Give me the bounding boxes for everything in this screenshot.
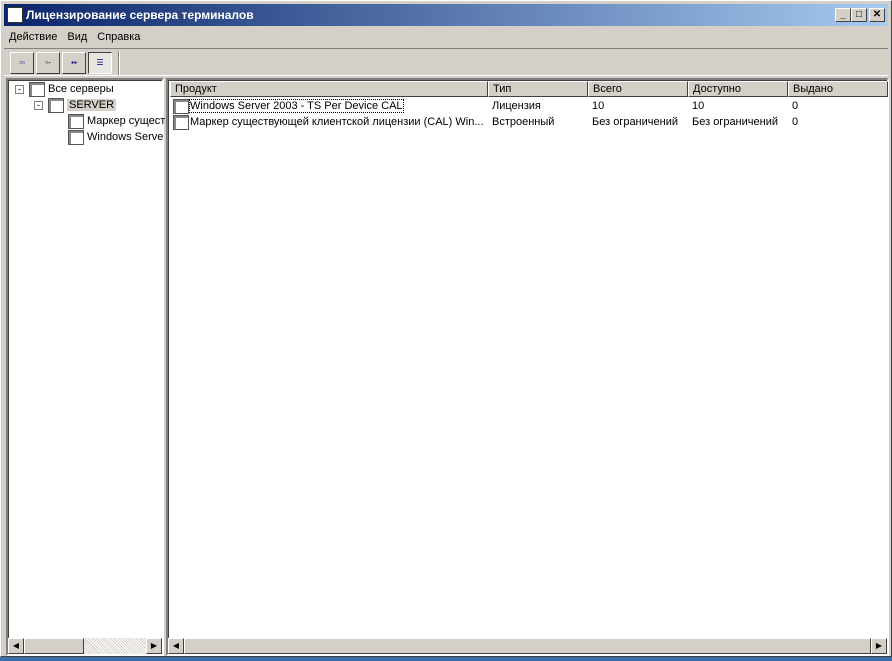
column-total[interactable]: Всего: [588, 81, 688, 97]
list-horizontal-scrollbar[interactable]: ◀ ▶: [168, 638, 887, 654]
tree-item-ts-cal[interactable]: Windows Serve: [68, 129, 163, 145]
tree-item-all-servers[interactable]: Все серверы: [29, 81, 114, 97]
list-pane: Продукт Тип Всего Доступно Выдано Window…: [166, 78, 889, 656]
column-product[interactable]: Продукт: [170, 81, 488, 97]
license-icon: [68, 129, 84, 145]
scroll-right-button[interactable]: ▶: [871, 638, 887, 654]
details-icon: ☰: [96, 58, 104, 67]
toolbar: ▫▫ ▫- ▪▪ ☰: [4, 48, 888, 76]
maximize-button[interactable]: □: [851, 8, 867, 22]
menu-bar: Действие Вид Справка: [4, 28, 145, 46]
large-icons-button[interactable]: ▫▫: [10, 52, 34, 74]
close-button[interactable]: ✕: [869, 8, 885, 22]
menu-help[interactable]: Справка: [92, 31, 145, 43]
small-icons-icon: ▫-: [45, 58, 51, 67]
large-icons-icon: ▫▫: [19, 58, 25, 67]
table-row[interactable]: Windows Server 2003 - TS Per Device CAL …: [170, 98, 888, 114]
toolbar-separator: [118, 51, 120, 75]
small-icons-button[interactable]: ▫-: [36, 52, 60, 74]
tree-pane: - Все серверы - SERVER Маркер сущест Win…: [6, 78, 165, 656]
tree-horizontal-scrollbar[interactable]: ◀ ▶: [8, 638, 162, 654]
servers-icon: [29, 81, 45, 97]
collapse-server[interactable]: -: [34, 101, 43, 110]
license-icon: [173, 114, 189, 130]
scroll-left-button[interactable]: ◀: [168, 638, 184, 654]
menu-view[interactable]: Вид: [62, 31, 92, 43]
list-view-button[interactable]: ▪▪: [62, 52, 86, 74]
scroll-left-button[interactable]: ◀: [8, 638, 24, 654]
app-icon: [7, 7, 23, 23]
minimize-button[interactable]: _: [835, 8, 851, 22]
column-available[interactable]: Доступно: [688, 81, 788, 97]
license-icon: [68, 113, 84, 129]
license-icon: [173, 98, 189, 114]
scroll-right-button[interactable]: ▶: [146, 638, 162, 654]
list-icon: ▪▪: [71, 58, 77, 67]
window-title: Лицензирование сервера терминалов: [26, 8, 254, 22]
column-issued[interactable]: Выдано: [788, 81, 888, 97]
tree-item-server[interactable]: SERVER: [48, 97, 117, 113]
scroll-thumb[interactable]: [184, 638, 871, 654]
menu-action[interactable]: Действие: [4, 31, 62, 43]
collapse-all-servers[interactable]: -: [15, 85, 24, 94]
column-header: Продукт Тип Всего Доступно Выдано: [170, 81, 888, 97]
title-bar: Лицензирование сервера терминалов _ □ ✕: [4, 4, 888, 26]
details-view-button[interactable]: ☰: [88, 52, 112, 74]
table-row[interactable]: Маркер существующей клиентской лицензии …: [170, 114, 888, 130]
tree-item-existing-cal[interactable]: Маркер сущест: [68, 113, 165, 129]
server-icon: [48, 97, 64, 113]
scroll-thumb[interactable]: [24, 638, 84, 654]
column-type[interactable]: Тип: [488, 81, 588, 97]
main-window: Лицензирование сервера терминалов _ □ ✕ …: [0, 0, 892, 657]
